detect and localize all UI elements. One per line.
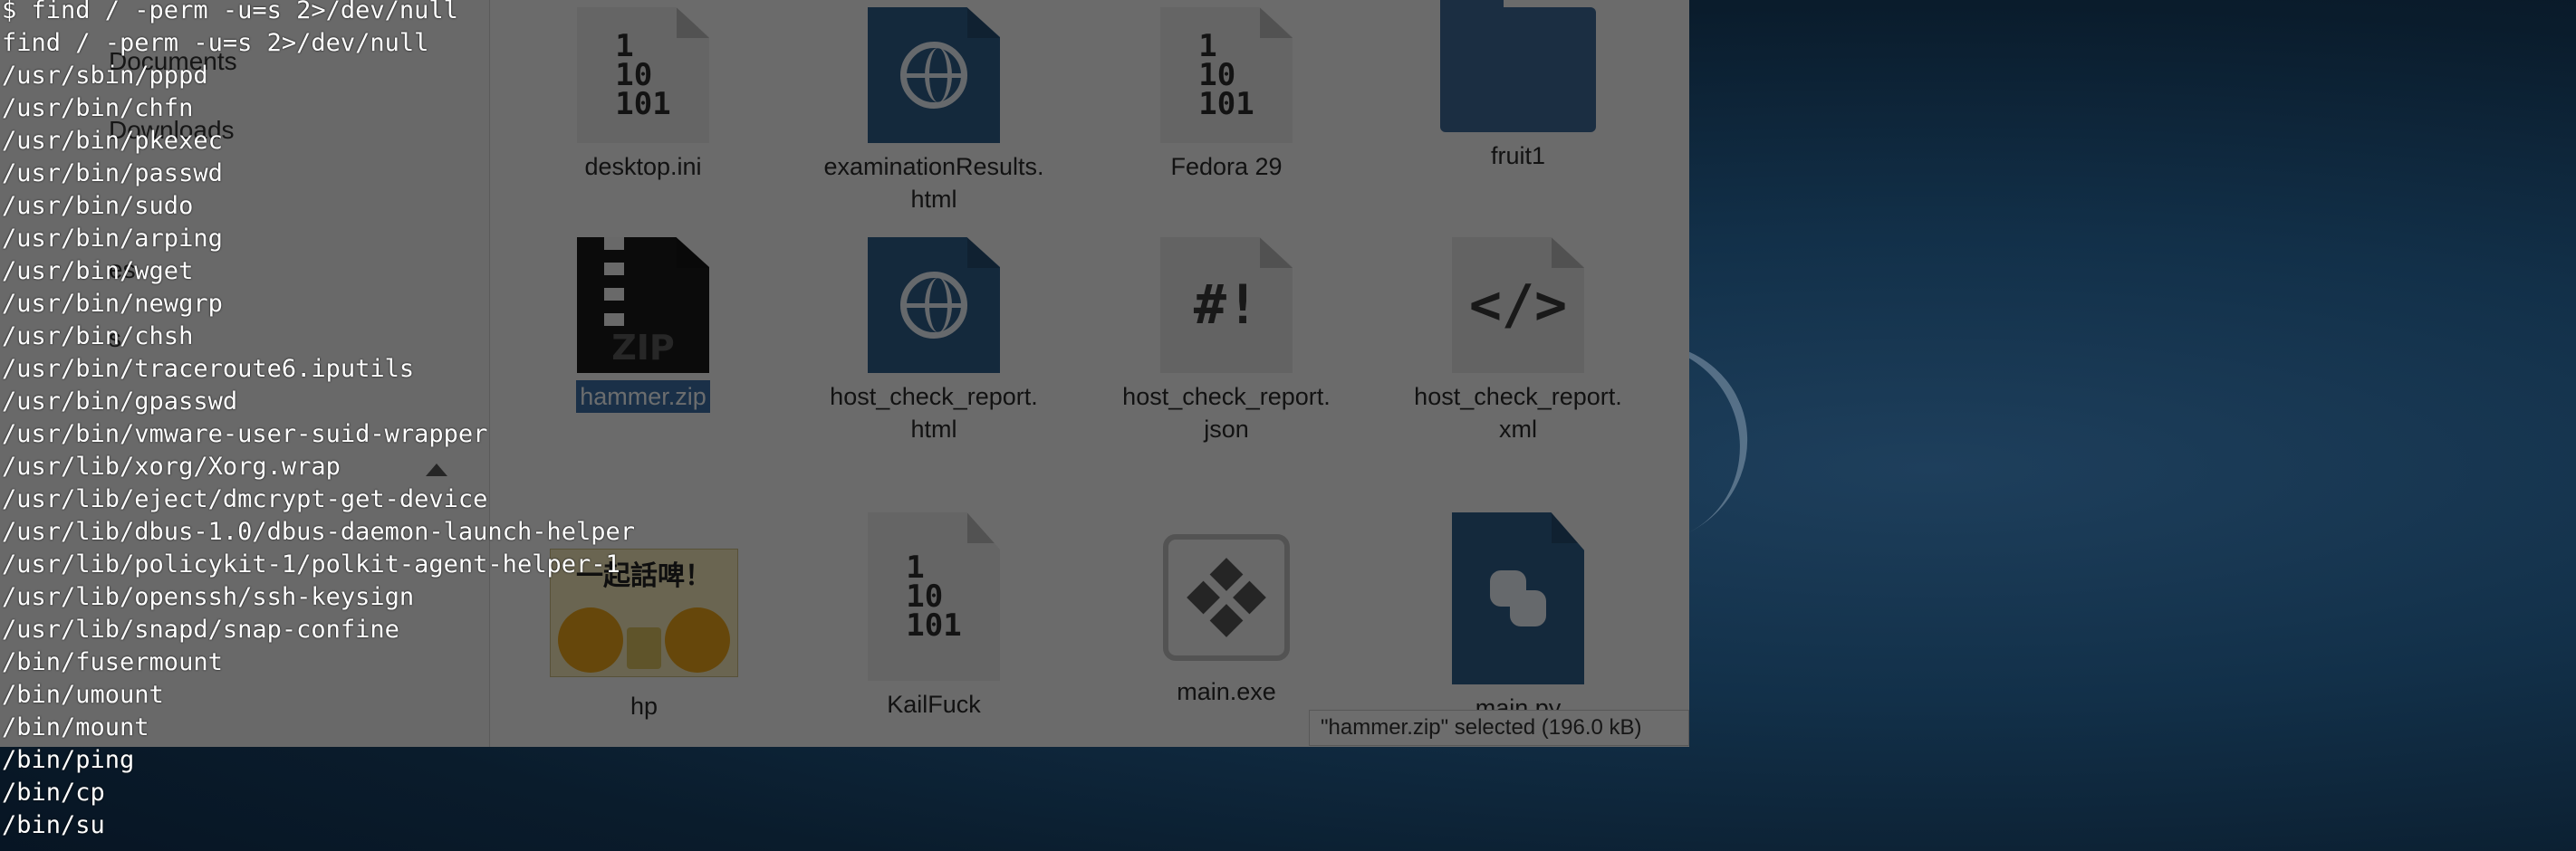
terminal-output-line: /usr/lib/openssh/ssh-keysign <box>2 583 415 611</box>
terminal-output-line: /usr/lib/policykit-1/polkit-agent-helper… <box>2 550 620 578</box>
file-name: host_check_report. xml <box>1414 383 1622 443</box>
terminal-output-line: /usr/bin/wget <box>2 257 194 285</box>
html-file-icon <box>868 7 1000 143</box>
file-item-kailfuck[interactable]: 1 10 101 KailFuck <box>798 512 1070 721</box>
file-item-main-exe[interactable]: main.exe <box>1091 534 1362 708</box>
file-name: main.exe <box>1177 678 1276 705</box>
file-name: Fedora 29 <box>1170 153 1283 180</box>
terminal-output-line: /usr/bin/sudo <box>2 192 194 220</box>
executable-icon <box>1163 534 1290 661</box>
selection-status-bar: "hammer.zip" selected (196.0 kB) <box>1309 710 1689 746</box>
binary-file-icon: 1 10 101 <box>1160 7 1293 143</box>
file-name: host_check_report. json <box>1122 383 1331 443</box>
terminal-output-line: /usr/bin/passwd <box>2 159 223 187</box>
terminal-output-line: /usr/bin/vmware-user-suid-wrapper <box>2 420 488 448</box>
terminal-output-line: /usr/lib/eject/dmcrypt-get-device <box>2 485 488 513</box>
terminal-output-line: /bin/umount <box>2 681 164 709</box>
code-file-icon: </> <box>1452 237 1584 373</box>
terminal-output-line: /usr/bin/pkexec <box>2 127 223 155</box>
terminal-output-line: /usr/bin/gpasswd <box>2 387 238 416</box>
file-name: host_check_report. html <box>830 383 1038 443</box>
terminal-output-line: /usr/bin/traceroute6.iputils <box>2 355 415 383</box>
terminal-command-line: $ find / -perm -u=s 2>/dev/null <box>2 0 458 24</box>
python-file-icon <box>1452 512 1584 684</box>
file-item-fruit1[interactable]: fruit1 <box>1382 0 1654 172</box>
file-item-examination-results[interactable]: examinationResults. html <box>798 7 1070 215</box>
file-item-fedora[interactable]: 1 10 101 Fedora 29 <box>1091 7 1362 183</box>
terminal-output-line: /usr/bin/newgrp <box>2 290 223 318</box>
terminal-output-line: /usr/bin/chsh <box>2 322 194 350</box>
terminal-output-line: /usr/lib/dbus-1.0/dbus-daemon-launch-hel… <box>2 518 635 546</box>
file-item-host-check-html[interactable]: host_check_report. html <box>798 237 1070 445</box>
file-name: examinationResults. html <box>823 153 1044 213</box>
terminal-output-line: /bin/cp <box>2 779 105 807</box>
file-name: KailFuck <box>887 691 981 718</box>
terminal-output-line: /bin/mount <box>2 713 149 741</box>
script-file-icon: #! <box>1160 237 1293 373</box>
terminal-output-line: /usr/sbin/pppd <box>2 62 208 90</box>
file-item-host-check-xml[interactable]: </> host_check_report. xml <box>1382 237 1654 445</box>
folder-icon <box>1440 0 1596 132</box>
terminal-output-line: /bin/su <box>2 811 105 839</box>
binary-file-icon: 1 10 101 <box>868 512 1000 681</box>
terminal-output-line: /usr/bin/chfn <box>2 94 194 122</box>
html-file-icon <box>868 237 1000 373</box>
terminal-output-line: /bin/fusermount <box>2 648 223 676</box>
terminal-output-line: /bin/ping <box>2 746 135 774</box>
terminal-output-line: /usr/lib/xorg/Xorg.wrap <box>2 453 341 481</box>
file-item-host-check-json[interactable]: #! host_check_report. json <box>1091 237 1362 445</box>
terminal-output[interactable]: $ find / -perm -u=s 2>/dev/null find / -p… <box>2 0 817 842</box>
terminal-output-line: /usr/lib/snapd/snap-confine <box>2 616 399 644</box>
file-item-main-py[interactable]: main.py <box>1382 512 1654 724</box>
terminal-output-line: find / -perm -u=s 2>/dev/null <box>2 29 429 57</box>
terminal-output-line: /usr/bin/arping <box>2 225 223 253</box>
file-name: fruit1 <box>1490 142 1546 169</box>
